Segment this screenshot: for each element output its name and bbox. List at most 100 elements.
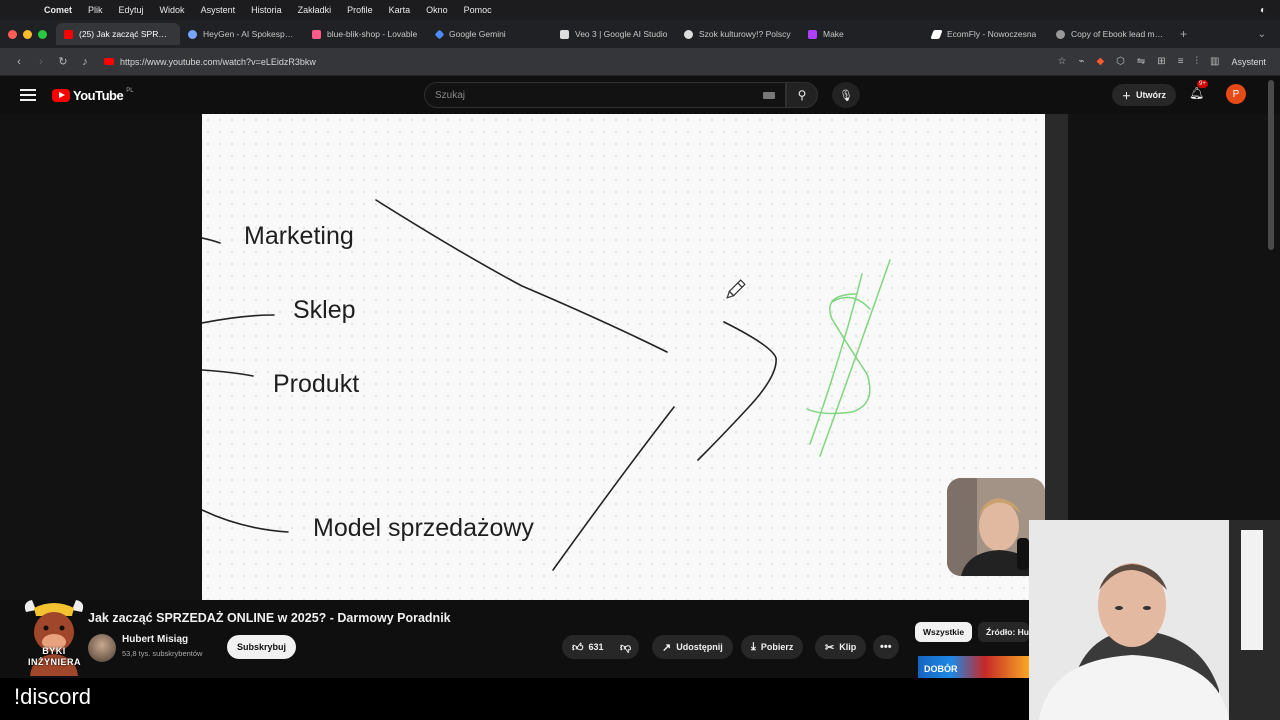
dislike-button[interactable]: 👎︎ (612, 635, 640, 659)
notifications-button[interactable]: 🔔︎ 9+ (1189, 80, 1208, 100)
share-button[interactable]: ↗ Udostępnij (652, 635, 733, 659)
link-icon[interactable]: ⌁ (1078, 56, 1084, 67)
youtube-favicon-icon (64, 29, 73, 39)
account-avatar[interactable]: P (1226, 84, 1246, 104)
new-tab-icon[interactable]: + (1172, 27, 1195, 41)
label-model-sprzedazowy: Model sprzedażowy (313, 514, 534, 542)
more-actions-button[interactable]: ••• (873, 635, 899, 659)
extension-3-icon[interactable]: ⇋ (1137, 56, 1145, 67)
thumbnail-text: DOBÓR (924, 664, 958, 674)
arrow-head (697, 321, 777, 461)
extension-2-icon[interactable]: ⬡ (1116, 56, 1125, 67)
video-player[interactable]: Marketing Sklep Produkt Model sprzedażow… (202, 114, 1045, 600)
forward-icon[interactable]: › (30, 56, 52, 68)
video-title: Jak zacząć SPRZEDAŻ ONLINE w 2025? - Dar… (88, 611, 451, 625)
country-code: PL (126, 88, 134, 94)
tab-lovable[interactable]: blue-blik-shop - Lovable (304, 23, 428, 45)
site-favicon-icon (104, 58, 114, 65)
menu-widok[interactable]: Widok (152, 5, 193, 15)
youtube-play-icon (52, 88, 70, 102)
download-button[interactable]: ⤓ Pobierz (741, 635, 804, 659)
tab-list-chevron-icon[interactable]: ⌄ (1258, 29, 1280, 40)
menu-plik[interactable]: Plik (80, 5, 111, 15)
menu-app-name[interactable]: Comet (36, 5, 80, 15)
system-status-icon[interactable]: ◐ (1260, 5, 1280, 16)
recommended-thumbnail[interactable]: DOBÓR (918, 656, 1029, 678)
youtube-header: YouTube PL Szukaj ⚲ 🎙︎ ＋ Utwórz 🔔︎ 9+ P (0, 76, 1280, 114)
back-icon[interactable]: ‹ (8, 56, 30, 68)
tab-ebook[interactable]: Copy of Ebook lead magnet (1048, 23, 1172, 45)
marketing-connector (202, 237, 221, 244)
minimize-window-button[interactable] (23, 29, 32, 39)
label-produkt: Produkt (273, 370, 360, 398)
menu-karta[interactable]: Karta (381, 5, 419, 15)
produkt-connector (202, 369, 254, 377)
youtube-wordmark: YouTube (73, 87, 124, 103)
clip-label: Klip (839, 642, 857, 652)
search-icon: ⚲ (797, 88, 807, 102)
tab-szok[interactable]: Szok kulturowy!? Polscy (676, 23, 800, 45)
assistant-button[interactable]: Asystent (1231, 57, 1266, 67)
streamer-photo (1029, 520, 1280, 720)
bookmark-star-icon[interactable]: ☆ (1057, 56, 1066, 67)
sidebar-icon[interactable]: ▥ (1210, 56, 1219, 67)
reload-icon[interactable]: ↻ (52, 55, 74, 68)
hamburger-menu-icon[interactable] (20, 89, 36, 101)
bull-logo-text: BYKI INŻYNIERA (28, 646, 81, 668)
docs-favicon-icon (1056, 29, 1065, 39)
create-button[interactable]: ＋ Utwórz (1112, 84, 1177, 106)
menu-okno[interactable]: Okno (418, 5, 456, 15)
notification-badge: 9+ (1197, 80, 1208, 88)
audio-levels-icon[interactable]: ⫶ (1196, 56, 1199, 67)
search-placeholder: Szukaj (435, 89, 466, 101)
lovable-favicon-icon (312, 29, 321, 39)
extension-4-icon[interactable]: ⊞ (1157, 56, 1165, 67)
url-text: https://www.youtube.com/watch?v=eLEidzR3… (120, 56, 316, 67)
tab-heygen[interactable]: HeyGen - AI Spokesperson (180, 23, 304, 45)
search-input[interactable]: Szukaj (424, 82, 786, 108)
tab-youtube[interactable]: (25) Jak zacząć SPRZEDAŻ (56, 23, 180, 45)
tab-ecomfly[interactable]: EcomFly - Nowoczesna (924, 23, 1048, 45)
menu-edytuj[interactable]: Edytuj (111, 5, 152, 15)
bull-logo-line-1: BYKI (42, 646, 66, 656)
chip-all[interactable]: Wszystkie (915, 622, 973, 642)
tab-veo[interactable]: Veo 3 | Google AI Studio (552, 23, 676, 45)
address-bar: ‹ › ↻ ♪ https://www.youtube.com/watch?v=… (0, 48, 1280, 76)
mic-icon[interactable]: ♪ (74, 56, 96, 68)
tab-label: Google Gemini (449, 29, 506, 39)
menu-historia[interactable]: Historia (243, 5, 290, 15)
make-favicon-icon (808, 29, 817, 39)
channel-name[interactable]: Hubert Misiąg (122, 634, 188, 645)
close-window-button[interactable] (8, 29, 17, 39)
menu-profile[interactable]: Profile (339, 5, 381, 15)
search-button[interactable]: ⚲ (786, 82, 818, 108)
thumbs-up-icon: 👍︎ (572, 641, 584, 654)
clip-button[interactable]: ✂ Klip (815, 635, 867, 659)
tab-strip: (25) Jak zacząć SPRZEDAŻ HeyGen - AI Spo… (0, 20, 1280, 48)
menu-zakladki[interactable]: Zakładki (290, 5, 340, 15)
download-label: Pobierz (760, 642, 794, 652)
heygen-favicon-icon (188, 29, 197, 39)
dollar-sign-drawing (806, 259, 891, 457)
youtube-logo[interactable]: YouTube PL (52, 88, 134, 103)
menu-lines-icon[interactable]: ≡ (1178, 56, 1184, 67)
zoom-window-button[interactable] (38, 29, 47, 39)
page-scrollbar[interactable] (1268, 80, 1274, 250)
menu-pomoc[interactable]: Pomoc (456, 5, 500, 15)
label-sklep: Sklep (293, 296, 356, 324)
voice-search-button[interactable]: 🎙︎ (832, 82, 860, 108)
tab-label: Szok kulturowy!? Polscy (699, 29, 791, 39)
bell-icon: 🔔︎ (1189, 86, 1205, 100)
chip-source[interactable]: Źródło: Hubert Misiąg (978, 622, 1029, 642)
channel-avatar[interactable] (88, 634, 116, 662)
tab-label: Copy of Ebook lead magnet (1071, 29, 1164, 39)
keyboard-icon[interactable] (763, 92, 775, 99)
microphone-icon: 🎙︎ (839, 89, 853, 102)
pencil-cursor-icon (726, 279, 746, 299)
tab-gemini[interactable]: Google Gemini (428, 23, 552, 45)
url-field[interactable]: https://www.youtube.com/watch?v=eLEidzR3… (104, 57, 316, 67)
menu-asystent[interactable]: Asystent (193, 5, 244, 15)
extension-icon[interactable]: ◆ (1096, 56, 1104, 67)
subscribe-button[interactable]: Subskrybuj (227, 635, 297, 659)
tab-make[interactable]: Make (800, 23, 924, 45)
